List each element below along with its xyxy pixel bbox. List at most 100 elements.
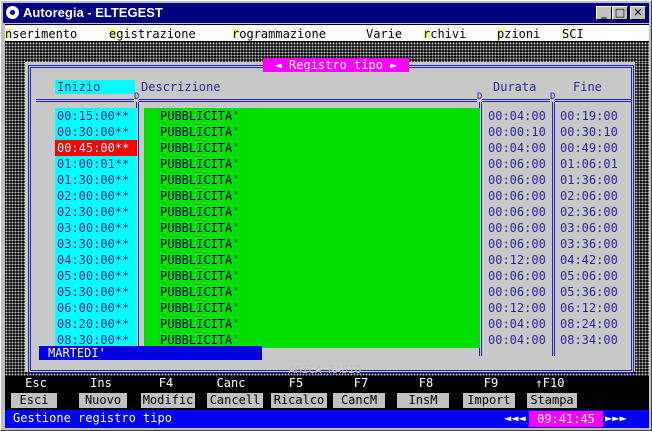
rule-marker: D: [477, 92, 483, 102]
fkey-label: F4: [158, 376, 174, 390]
fkey-button[interactable]: Cancell: [207, 393, 263, 408]
description-cell[interactable]: PUBBLICITA': [144, 124, 480, 140]
registro-tipo-panel: ◄ Registro tipo ► Inizio Descrizione Dur…: [25, 58, 635, 373]
duration-cell[interactable]: 00:06:00: [483, 284, 553, 300]
duration-cell[interactable]: 00:04:00: [483, 140, 553, 156]
fkey-button[interactable]: CancM: [333, 393, 385, 408]
duration-cell[interactable]: 00:06:00: [483, 236, 553, 252]
description-cell[interactable]: PUBBLICITA': [144, 252, 480, 268]
column-header-description[interactable]: Descrizione: [141, 80, 220, 94]
menu-label: pzioni: [497, 27, 541, 41]
start-cell[interactable]: 02:30:00**: [55, 204, 137, 220]
fkey-label: Canc: [216, 376, 246, 390]
rule-marker: D: [134, 92, 140, 102]
duration-cell[interactable]: 00:06:00: [483, 268, 553, 284]
end-cell[interactable]: 04:42:00: [558, 252, 630, 268]
description-cell[interactable]: PUBBLICITA': [144, 284, 480, 300]
start-cell[interactable]: 03:00:00**: [55, 220, 137, 236]
end-cell[interactable]: 08:34:00: [558, 332, 630, 348]
end-cell[interactable]: 08:24:00: [558, 316, 630, 332]
fkey-button[interactable]: Modific: [141, 393, 195, 408]
fkey-label: Ins: [90, 376, 112, 390]
status-bar: Gestione registro tipo ◄◄◄ 09:41:45 ►►►: [5, 410, 649, 428]
duration-cell[interactable]: 00:06:00: [483, 156, 553, 172]
minimize-button[interactable]: _: [596, 6, 612, 20]
menu-label: egistrazione: [109, 27, 196, 41]
description-cell[interactable]: PUBBLICITA': [144, 204, 480, 220]
duration-cell[interactable]: 00:04:00: [483, 316, 553, 332]
description-cell[interactable]: PUBBLICITA': [144, 316, 480, 332]
end-cell[interactable]: 03:36:00: [558, 236, 630, 252]
start-cell[interactable]: 01:00:01**: [55, 156, 137, 172]
panel-frame: ◄ Registro tipo ► Inizio Descrizione Dur…: [28, 58, 634, 373]
start-cell[interactable]: 00:30:00**: [55, 124, 137, 140]
dotted-background: [5, 62, 25, 358]
duration-cell[interactable]: 00:04:00: [483, 108, 553, 124]
description-cell[interactable]: PUBBLICITA': [144, 172, 480, 188]
fkey-label: Esc: [25, 376, 47, 390]
duration-cell[interactable]: 00:00:10: [483, 124, 553, 140]
rule-marker: D: [550, 92, 556, 102]
description-cell[interactable]: PUBBLICITA': [144, 140, 480, 156]
duration-cell[interactable]: 00:06:00: [483, 204, 553, 220]
column-header-end[interactable]: Fine: [573, 80, 602, 94]
duration-cell[interactable]: 00:06:00: [483, 172, 553, 188]
duration-cell[interactable]: 00:06:00: [483, 188, 553, 204]
start-cell[interactable]: 03:30:00**: [55, 236, 137, 252]
description-cell[interactable]: PUBBLICITA': [144, 236, 480, 252]
duration-cell[interactable]: 00:06:00: [483, 220, 553, 236]
app-icon[interactable]: [6, 6, 19, 19]
maximize-button[interactable]: □: [612, 6, 628, 20]
end-column: 00:19:00 00:30:10 00:49:00 01:06:01 01:36:00…: [558, 108, 630, 348]
end-cell[interactable]: 02:36:00: [558, 204, 630, 220]
window-title: Autoregia - ELTEGEST: [23, 5, 163, 20]
fkey-label: F9: [483, 376, 499, 390]
start-cell[interactable]: 08:20:00**: [55, 316, 137, 332]
end-cell[interactable]: 01:36:00: [558, 172, 630, 188]
day-label: MARTEDI': [39, 346, 262, 360]
title-bar[interactable]: Autoregia - ELTEGEST _ □ ✕: [3, 3, 649, 23]
end-cell[interactable]: 03:06:00: [558, 220, 630, 236]
start-cell[interactable]: 00:15:00**: [55, 108, 137, 124]
end-cell[interactable]: 06:12:00: [558, 300, 630, 316]
dos-screen: Inserimento Registrazione Programmazione…: [5, 24, 649, 428]
start-cell[interactable]: 02:00:00**: [55, 188, 137, 204]
description-cell[interactable]: PUBBLICITA': [144, 108, 480, 124]
start-cell[interactable]: 06:00:00**: [55, 300, 137, 316]
end-cell[interactable]: 00:49:00: [558, 140, 630, 156]
description-cell[interactable]: PUBBLICITA': [144, 220, 480, 236]
fkey-button[interactable]: Nuovo: [79, 393, 127, 408]
description-cell[interactable]: PUBBLICITA': [144, 156, 480, 172]
end-cell[interactable]: 02:06:00: [558, 188, 630, 204]
fkey-button[interactable]: Esci: [11, 393, 57, 408]
close-button[interactable]: ✕: [630, 6, 646, 20]
end-cell[interactable]: 01:06:01: [558, 156, 630, 172]
fkey-button[interactable]: Ricalco: [271, 393, 327, 408]
fkey-button[interactable]: Stampa: [527, 393, 577, 408]
duration-cell[interactable]: 00:04:00: [483, 332, 553, 348]
fkey-button[interactable]: Import: [463, 393, 515, 408]
column-header-start[interactable]: Inizio: [55, 80, 135, 94]
start-cell[interactable]: 05:00:00**: [55, 268, 137, 284]
fkey-label: F8: [418, 376, 434, 390]
end-cell[interactable]: 05:36:00: [558, 284, 630, 300]
column-header-duration[interactable]: Durata: [493, 80, 536, 94]
start-cell[interactable]: 00:45:00**: [55, 140, 137, 156]
description-cell[interactable]: PUBBLICITA': [144, 188, 480, 204]
start-cell[interactable]: 01:30:00**: [55, 172, 137, 188]
end-cell[interactable]: 00:19:00: [558, 108, 630, 124]
duration-cell[interactable]: 00:12:00: [483, 252, 553, 268]
menu-label: nserimento: [5, 27, 78, 41]
fkey-button[interactable]: InsM: [397, 393, 449, 408]
end-cell[interactable]: 05:06:00: [558, 268, 630, 284]
duration-cell[interactable]: 00:12:00: [483, 300, 553, 316]
menu-label: rogrammazione: [232, 27, 326, 41]
end-cell[interactable]: 00:30:10: [558, 124, 630, 140]
duration-column: 00:04:00 00:00:10 00:04:00 00:06:00 00:06:00…: [483, 108, 553, 348]
start-cell[interactable]: 05:30:00**: [55, 284, 137, 300]
description-column: PUBBLICITA' PUBBLICITA' PUBBLICITA' PUBBLIC…: [144, 108, 480, 348]
clock: 09:41:45: [529, 411, 603, 427]
description-cell[interactable]: PUBBLICITA': [144, 268, 480, 284]
description-cell[interactable]: PUBBLICITA': [144, 300, 480, 316]
start-cell[interactable]: 04:30:00**: [55, 252, 137, 268]
